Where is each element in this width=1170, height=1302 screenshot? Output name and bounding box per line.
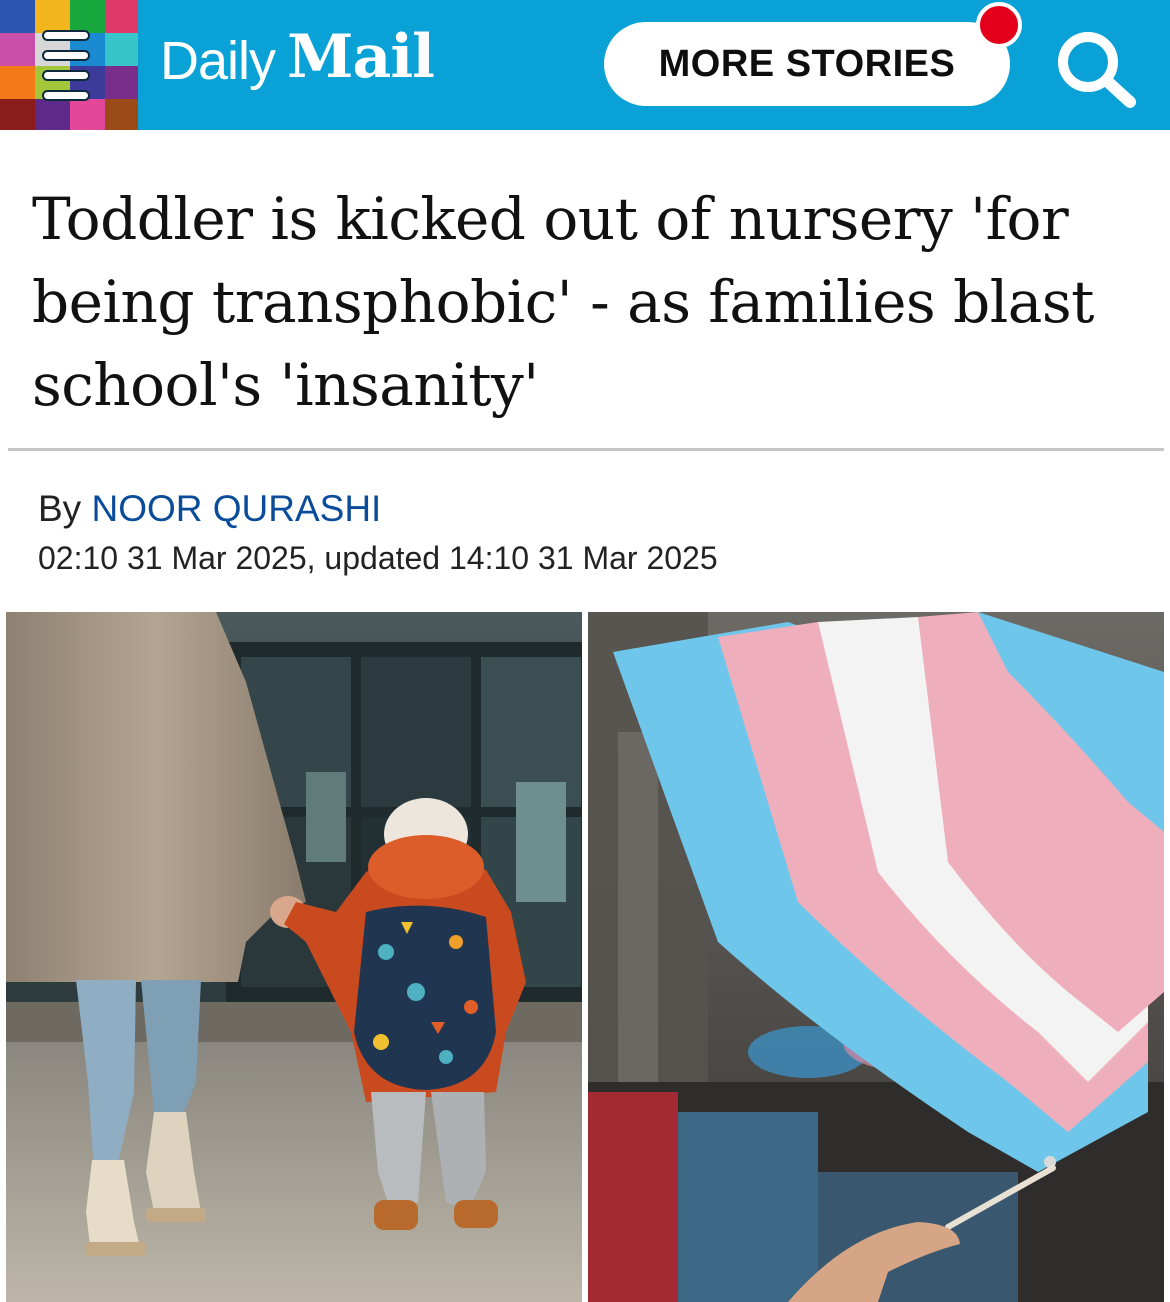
article-image-trans-pride-flag[interactable] — [588, 612, 1164, 1302]
hamburger-menu-icon — [36, 26, 96, 102]
more-stories-button[interactable]: MORE STORIES — [604, 22, 1010, 106]
top-navigation-bar: Daily Mail MORE STORIES — [0, 0, 1170, 130]
logo-word-mail: Mail — [287, 22, 435, 92]
headline-divider — [8, 448, 1164, 451]
logo-word-daily: Daily — [160, 31, 276, 91]
byline-prefix: By — [38, 488, 82, 529]
more-stories-label: MORE STORIES — [658, 42, 956, 85]
search-icon[interactable] — [1050, 24, 1140, 114]
article-timestamp: 02:10 31 Mar 2025, updated 14:10 31 Mar … — [38, 540, 718, 576]
notification-dot — [976, 2, 1022, 48]
byline: By NOOR QURASHI — [38, 488, 381, 530]
daily-mail-logo[interactable]: Daily Mail — [160, 22, 435, 108]
author-link[interactable]: NOOR QURASHI — [91, 488, 381, 529]
menu-button[interactable] — [0, 0, 138, 130]
article-image-parent-and-toddler[interactable] — [6, 612, 582, 1302]
article-headline: Toddler is kicked out of nursery 'for be… — [32, 185, 1094, 419]
